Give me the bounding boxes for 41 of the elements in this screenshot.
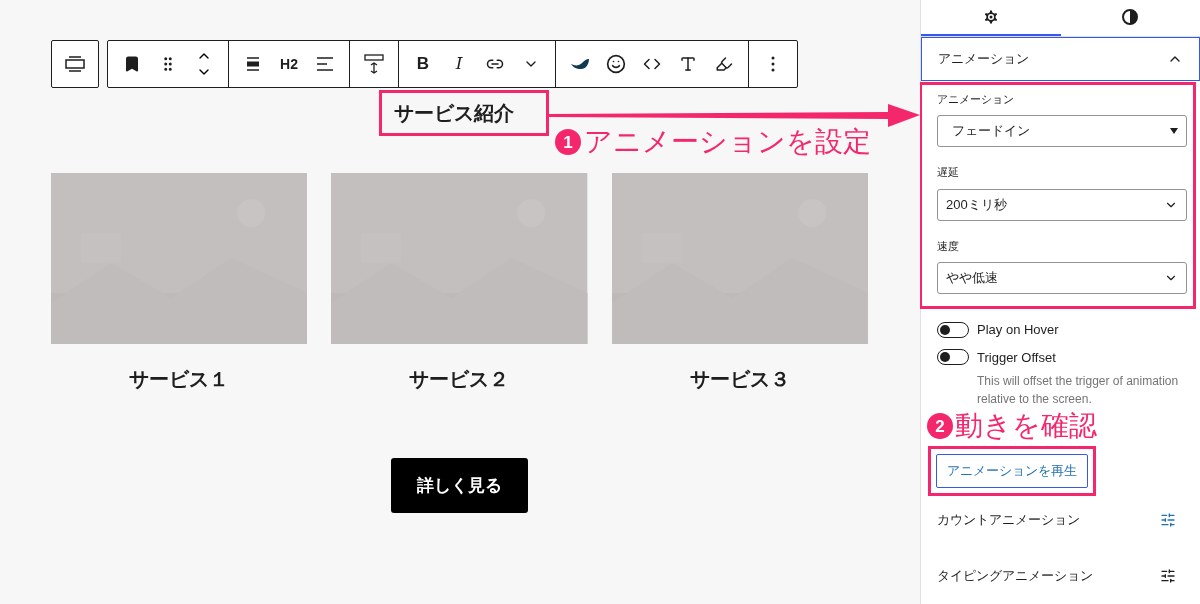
bookmark-icon — [123, 55, 141, 73]
service-caption: サービス３ — [689, 367, 790, 392]
bold-button[interactable]: B — [405, 41, 441, 87]
dropdown-triangle-icon — [1170, 128, 1178, 134]
font-size-icon — [679, 55, 697, 73]
annotation-text: 動きを確認 — [955, 412, 1097, 440]
panel-header[interactable]: アニメーション — [921, 36, 1200, 81]
italic-button[interactable]: I — [441, 41, 477, 87]
block-icon — [64, 55, 86, 73]
service-caption: サービス２ — [409, 367, 510, 392]
field-label: 遅延 — [937, 165, 960, 180]
details-button[interactable]: 詳しく見る — [391, 458, 528, 513]
select-field[interactable]: 200ミリ秒 — [937, 188, 1187, 221]
contrast-icon — [1122, 8, 1139, 25]
subpanel-row[interactable]: タイピングアニメーション — [937, 548, 1184, 604]
help-text: This will offset the trigger of animation relative to the screen. — [977, 373, 1180, 408]
step-number: 1 — [555, 129, 581, 155]
play-animation-button[interactable]: アニメーションを再生 — [936, 454, 1088, 488]
sliders-icon — [1160, 512, 1176, 528]
field-label: 速度 — [937, 238, 960, 254]
align-left-icon — [316, 57, 334, 71]
field-label: アニメーション — [937, 91, 1015, 107]
toggle-label: Play on Hover — [977, 321, 1059, 339]
step-number: 2 — [927, 413, 953, 439]
drop-icon — [570, 56, 590, 72]
more-icon — [771, 56, 775, 72]
toggle-label: Trigger Offset — [977, 348, 1056, 367]
align-wide-icon — [244, 55, 262, 73]
annotation-text: アニメーションを設定 — [584, 128, 871, 156]
toggle-switch[interactable] — [937, 321, 969, 338]
height-icon — [363, 53, 385, 75]
toggle-switch[interactable] — [937, 349, 969, 366]
select-field[interactable]: フェードイン — [937, 115, 1187, 147]
section-heading: サービス紹介 — [394, 101, 514, 126]
service-caption: サービス１ — [129, 367, 230, 392]
smile-icon — [606, 54, 626, 74]
select-field[interactable]: やや低速 — [937, 262, 1187, 294]
sliders-icon — [1160, 568, 1176, 584]
highlighter-icon — [715, 55, 733, 73]
subpanel-row[interactable]: カウントアニメーション — [937, 492, 1184, 548]
heading-level-button[interactable]: H2 — [271, 41, 307, 87]
